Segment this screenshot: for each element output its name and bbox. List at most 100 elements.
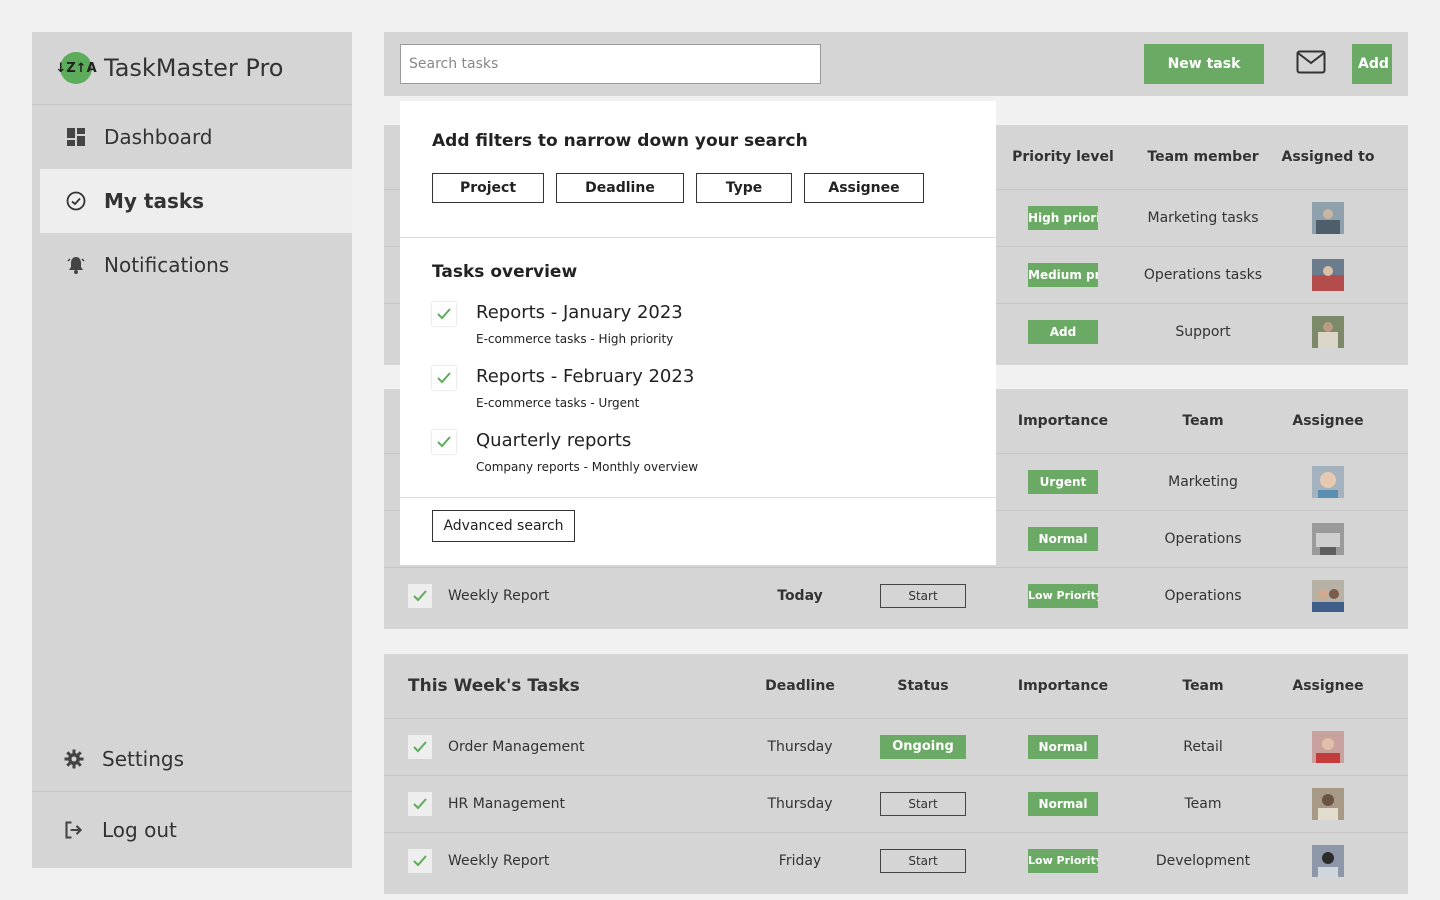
importance-badge: Low Priority [1028, 849, 1098, 873]
gear-icon [64, 749, 84, 769]
start-button[interactable]: Start [880, 584, 966, 608]
check-icon [413, 798, 427, 810]
filters-section: Add filters to narrow down your search P… [400, 101, 996, 238]
search-input[interactable] [400, 44, 821, 84]
sidebar-item-label: Settings [102, 747, 185, 771]
app-logo-icon: ↓Z↑A [55, 52, 97, 84]
filter-project-button[interactable]: Project [432, 173, 544, 203]
importance-badge: Normal [1028, 792, 1098, 816]
column-header-assignee: Assignee [1292, 678, 1364, 694]
overview-item-title: Reports - February 2023 [476, 366, 695, 387]
check-icon [413, 855, 427, 867]
deadline-cell: Friday [778, 853, 822, 869]
importance-badge: Normal [1028, 735, 1098, 759]
task-checkbox[interactable] [408, 849, 432, 873]
filter-type-button[interactable]: Type [696, 173, 792, 203]
mail-icon[interactable] [1296, 50, 1326, 78]
dashboard-icon [66, 127, 86, 147]
table-row[interactable]: Weekly Report Today Start Low Priority O… [384, 568, 1408, 624]
avatar[interactable] [1312, 731, 1344, 763]
overview-item[interactable]: Quarterly reports Company reports - Mont… [432, 430, 952, 486]
sidebar-item-label: Notifications [104, 253, 230, 277]
overview-item-subtitle: E-commerce tasks - High priority [476, 332, 674, 346]
column-header-team: Team [1182, 413, 1224, 429]
task-card-this-week: This Week's Tasks Deadline Status Import… [384, 654, 1408, 894]
sidebar-item-logout[interactable]: Log out [32, 791, 352, 868]
task-name[interactable]: Weekly Report [448, 568, 549, 624]
team-member-cell: Marketing tasks [1147, 210, 1259, 226]
overview-checkbox[interactable] [432, 366, 456, 390]
team-member-cell: Operations tasks [1143, 267, 1263, 283]
search-dropdown: Add filters to narrow down your search P… [400, 101, 996, 565]
filters-heading: Add filters to narrow down your search [432, 131, 808, 151]
tasks-overview-heading: Tasks overview [432, 262, 578, 282]
overview-checkbox[interactable] [432, 302, 456, 326]
sidebar-item-label: My tasks [104, 189, 205, 213]
start-button[interactable]: Start [880, 849, 966, 873]
deadline-cell: Thursday [767, 739, 833, 755]
overview-item-title: Reports - January 2023 [476, 302, 683, 323]
priority-badge: High priority [1028, 206, 1098, 230]
advanced-search-button[interactable]: Advanced search [432, 510, 575, 542]
sidebar-item-settings[interactable]: Settings [32, 727, 352, 791]
avatar[interactable] [1312, 316, 1344, 348]
avatar[interactable] [1312, 259, 1344, 291]
column-header-priority: Priority level [1012, 149, 1114, 165]
team-cell: Operations [1164, 588, 1242, 604]
column-header-assigned-to: Assigned to [1281, 149, 1375, 165]
avatar[interactable] [1312, 466, 1344, 498]
table-row[interactable]: HR Management Thursday Start Normal Team [384, 776, 1408, 833]
avatar[interactable] [1312, 580, 1344, 612]
team-cell: Marketing [1168, 474, 1238, 490]
avatar[interactable] [1312, 202, 1344, 234]
filter-deadline-button[interactable]: Deadline [556, 173, 684, 203]
task-checkbox[interactable] [408, 735, 432, 759]
column-header-deadline: Deadline [765, 678, 835, 694]
bell-icon [66, 255, 86, 275]
overview-item[interactable]: Reports - January 2023 E-commerce tasks … [432, 302, 952, 358]
new-task-button[interactable]: New task [1144, 44, 1264, 84]
team-cell: Development [1155, 853, 1251, 869]
advanced-search-section: Advanced search [400, 498, 996, 566]
check-icon [413, 590, 427, 602]
priority-badge: Medium priority [1028, 263, 1098, 287]
status-badge[interactable]: Ongoing [880, 735, 966, 759]
task-checkbox[interactable] [408, 584, 432, 608]
task-name[interactable]: Weekly Report [448, 833, 549, 889]
sidebar-item-notifications[interactable]: Notifications [32, 233, 352, 297]
column-header-importance: Importance [1017, 413, 1109, 429]
avatar[interactable] [1312, 523, 1344, 555]
add-priority-button[interactable]: Add [1028, 320, 1098, 344]
team-cell: Team [1184, 796, 1222, 812]
sidebar-item-dashboard[interactable]: Dashboard [32, 105, 352, 169]
task-checkbox[interactable] [408, 792, 432, 816]
team-cell: Operations [1164, 531, 1242, 547]
importance-badge: Normal [1028, 527, 1098, 551]
overview-item-subtitle: E-commerce tasks - Urgent [476, 396, 640, 410]
start-button[interactable]: Start [880, 792, 966, 816]
check-icon [437, 372, 451, 384]
add-button[interactable]: Add [1352, 44, 1392, 84]
overview-checkbox[interactable] [432, 430, 456, 454]
team-cell: Retail [1183, 739, 1223, 755]
overview-item[interactable]: Reports - February 2023 E-commerce tasks… [432, 366, 952, 422]
brand[interactable]: ↓Z↑A TaskMaster Pro [32, 32, 352, 105]
table-row[interactable]: Order Management Thursday Ongoing Normal… [384, 719, 1408, 776]
sidebar-item-label: Log out [102, 818, 177, 842]
column-header-team: Team [1182, 678, 1224, 694]
app-name: TaskMaster Pro [104, 54, 284, 82]
avatar[interactable] [1312, 845, 1344, 877]
sidebar: ↓Z↑A TaskMaster Pro Dashboard My tasks N… [32, 32, 352, 868]
task-name[interactable]: Order Management [448, 719, 584, 775]
check-icon [437, 308, 451, 320]
task-name[interactable]: HR Management [448, 776, 565, 832]
card-header: This Week's Tasks Deadline Status Import… [384, 654, 1408, 719]
column-header-importance: Importance [1017, 678, 1109, 694]
avatar[interactable] [1312, 788, 1344, 820]
filter-assignee-button[interactable]: Assignee [804, 173, 924, 203]
top-bar: New task Add [384, 32, 1408, 96]
sidebar-item-label: Dashboard [104, 125, 213, 149]
sidebar-item-my-tasks[interactable]: My tasks [40, 169, 352, 233]
table-row[interactable]: Weekly Report Friday Start Low Priority … [384, 833, 1408, 889]
overview-item-title: Quarterly reports [476, 430, 632, 451]
